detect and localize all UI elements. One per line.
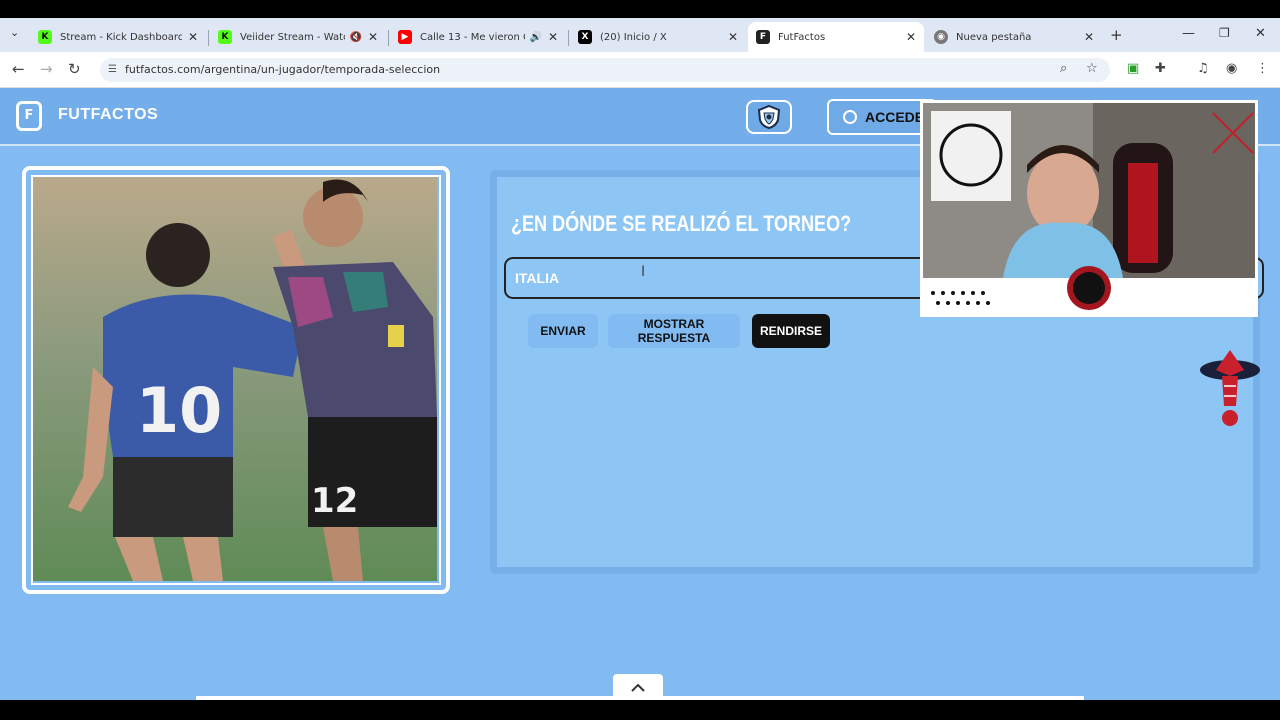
chrome-icon: ◉ (934, 30, 948, 44)
site-info-icon[interactable]: ☰ (108, 58, 117, 82)
close-icon[interactable]: ✕ (188, 30, 198, 44)
x-icon: X (578, 30, 592, 44)
browser-tab-strip: ⌄ K Stream - Kick Dashboard ✕ K Veiider … (0, 18, 1280, 52)
browser-toolbar: ← → ↻ ☰ futfactos.com/argentina/un-jugad… (0, 52, 1280, 88)
give-up-button[interactable]: RENDIRSE (752, 314, 830, 348)
tab-separator (568, 30, 569, 46)
player-photo-frame: 10 12 (22, 166, 450, 594)
audio-icon[interactable]: 🔊 (529, 32, 541, 43)
new-tab-icon[interactable]: + (1110, 26, 1123, 44)
zoom-icon[interactable]: ⌕ (1060, 61, 1067, 76)
tab-kick-dashboard[interactable]: K Stream - Kick Dashboard ✕ (30, 22, 206, 52)
futfactos-logo-icon[interactable]: F (16, 101, 42, 131)
reload-icon[interactable]: ↻ (68, 60, 81, 78)
tab-label: Stream - Kick Dashboard (60, 31, 182, 43)
tab-label: FutFactos (778, 31, 826, 43)
minimize-icon[interactable]: — (1182, 26, 1195, 41)
webcam-image (923, 103, 1255, 314)
youtube-icon: ▶ (398, 30, 412, 44)
user-icon (843, 110, 857, 124)
tab-separator (208, 30, 209, 46)
tab-nueva-pestana[interactable]: ◉ Nueva pestaña ✕ (926, 22, 1102, 52)
afa-shield-icon (757, 104, 781, 130)
menu-kebab-icon[interactable]: ⋮ (1256, 61, 1269, 76)
extension-icon[interactable]: ▣ (1127, 61, 1139, 76)
tab-x-inicio[interactable]: X (20) Inicio / X ✕ (570, 22, 746, 52)
address-bar[interactable]: ☰ futfactos.com/argentina/un-jugador/tem… (100, 58, 1110, 82)
restore-icon[interactable]: ❐ (1219, 26, 1230, 40)
tab-label: Veiider Stream - Watch L (240, 31, 345, 43)
profile-icon[interactable]: ◉ (1226, 61, 1237, 76)
show-answer-button[interactable]: MOSTRAR RESPUESTA (608, 314, 740, 348)
team-shield-button[interactable] (746, 100, 792, 134)
extensions-puzzle-icon[interactable]: ✚ (1155, 61, 1166, 76)
brand-name[interactable]: FUTFACTOS (58, 106, 158, 124)
kick-icon: K (38, 30, 52, 44)
player-photo-image: 10 12 (33, 177, 438, 581)
window-close-icon[interactable]: ✕ (1255, 26, 1266, 41)
media-control-icon[interactable]: ♫ (1197, 61, 1209, 76)
spiderman-decal (1198, 346, 1262, 430)
text-cursor-icon: I (641, 264, 646, 280)
close-icon[interactable]: ✕ (906, 30, 916, 44)
webcam-overlay (920, 100, 1258, 317)
screen-top-bar (0, 0, 1280, 18)
tab-label: Nueva pestaña (956, 31, 1032, 43)
jersey-number-left: 10 (136, 374, 222, 447)
tab-label: (20) Inicio / X (600, 31, 667, 43)
kick-icon: K (218, 30, 232, 44)
screen-bottom-bar (0, 700, 1280, 720)
submit-button[interactable]: ENVIAR (528, 314, 598, 348)
tab-futfactos[interactable]: F FutFactos ✕ (748, 22, 924, 52)
close-icon[interactable]: ✕ (1084, 30, 1094, 44)
futfactos-icon: F (756, 30, 770, 44)
chevron-up-icon (631, 683, 645, 692)
close-icon[interactable]: ✕ (548, 30, 558, 44)
jersey-number-right: 12 (311, 481, 358, 521)
muted-icon[interactable]: 🔇 (349, 32, 361, 43)
spiderman-icon (1200, 350, 1260, 426)
forward-icon[interactable]: → (40, 60, 53, 78)
close-icon[interactable]: ✕ (728, 30, 738, 44)
tab-separator (388, 30, 389, 46)
tab-youtube-calle13[interactable]: ▶ Calle 13 - Me vieron Cru 🔊 ✕ (390, 22, 566, 52)
close-icon[interactable]: ✕ (368, 30, 378, 44)
tab-search-icon[interactable]: ⌄ (10, 26, 19, 39)
tab-label: Calle 13 - Me vieron Cru (420, 31, 525, 43)
back-icon[interactable]: ← (12, 60, 25, 78)
player-photo: 10 12 (31, 175, 441, 585)
tab-veiider-stream[interactable]: K Veiider Stream - Watch L 🔇 ✕ (210, 22, 386, 52)
bookmark-star-icon[interactable]: ☆ (1086, 61, 1098, 76)
url-text: futfactos.com/argentina/un-jugador/tempo… (125, 63, 441, 76)
question-title: ¿EN DÓNDE SE REALIZÓ EL TORNEO? (511, 211, 852, 236)
